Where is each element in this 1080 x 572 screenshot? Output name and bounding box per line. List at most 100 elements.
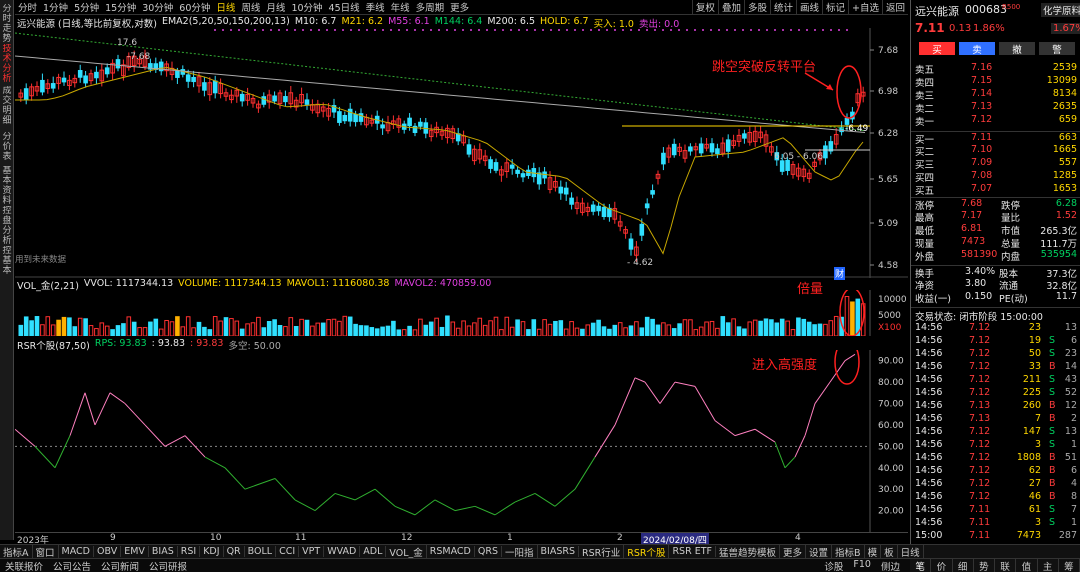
indicator-tab-2[interactable]: MACD	[59, 546, 94, 557]
period-5[interactable]: 60分钟	[176, 0, 213, 14]
period-1[interactable]: 1分钟	[40, 0, 71, 14]
finance-marker[interactable]: 财	[834, 267, 846, 280]
ask-row[interactable]: 卖三 7.14 8134	[911, 88, 1080, 102]
tick-price: 7.12	[969, 374, 991, 385]
status-right-2[interactable]: 侧边	[876, 559, 905, 572]
toolbar-btn-7[interactable]: 返回	[881, 0, 908, 14]
tick-volume: 147	[1022, 426, 1041, 437]
trade-action-3[interactable]: 警	[1039, 42, 1075, 56]
indicator-right-tab-0[interactable]: 指标B	[832, 544, 865, 559]
panel-tab-0[interactable]: 笔	[910, 559, 932, 572]
indicator-tab-1[interactable]: 窗口	[33, 544, 59, 559]
indicator-right-tab-2[interactable]: 板	[881, 544, 898, 559]
panel-tab-6[interactable]: 主	[1038, 559, 1059, 572]
indicator-tab-10[interactable]: CCI	[276, 546, 300, 557]
indicator-tab-4[interactable]: EMV	[121, 546, 149, 557]
signal-dot	[446, 29, 448, 31]
toolbar-btn-4[interactable]: 画线	[795, 0, 822, 14]
signal-dot	[574, 29, 576, 31]
ask-row[interactable]: 卖二 7.13 2635	[911, 101, 1080, 115]
sidebar-tab-1[interactable]: 技术分析	[1, 44, 13, 84]
ask-row[interactable]: 卖一 7.12 659	[911, 114, 1080, 128]
indicator-tab-23[interactable]: 更多	[780, 544, 807, 559]
bid-row[interactable]: 买一 7.11 663	[911, 131, 1080, 146]
toolbar-btn-2[interactable]: 多股	[743, 0, 770, 14]
indicator-tab-12[interactable]: WVAD	[324, 546, 361, 557]
indicator-tab-7[interactable]: KDJ	[200, 546, 224, 557]
indicator-tab-13[interactable]: ADL	[360, 546, 387, 557]
indicator-tab-0[interactable]: 指标A	[0, 544, 33, 559]
indicator-tab-22[interactable]: 猛兽趋势模板	[716, 544, 780, 559]
level-label: 买四	[915, 173, 935, 184]
indicator-tab-20[interactable]: RSR个股	[624, 544, 670, 559]
sidebar-tab-4[interactable]: 基本资料	[1, 166, 13, 206]
volume-bar	[342, 315, 348, 336]
bid-row[interactable]: 买二 7.10 1665	[911, 144, 1080, 158]
rsr-chart[interactable]: 90.00 80.00 70.00 60.00 50.00 40.00 30.00 20.00	[15, 350, 908, 532]
rsr-line-segment	[124, 403, 146, 426]
period-11[interactable]: 季线	[363, 0, 388, 14]
indicator-tab-16[interactable]: QRS	[475, 546, 502, 557]
toolbar-btn-6[interactable]: +自选	[848, 0, 882, 14]
period-9[interactable]: 10分钟	[288, 0, 325, 14]
indicator-tab-18[interactable]: BIASRS	[538, 546, 579, 557]
ask-row[interactable]: 卖四 7.15 13099	[911, 75, 1080, 89]
panel-tab-7[interactable]: 筹	[1059, 559, 1080, 572]
period-10[interactable]: 45日线	[326, 0, 363, 14]
bid-row[interactable]: 买五 7.07 1653	[911, 183, 1080, 197]
indicator-tab-17[interactable]: 一阳指	[502, 544, 538, 559]
indicator-tab-19[interactable]: RSR行业	[579, 544, 625, 559]
panel-tab-4[interactable]: 联	[995, 559, 1017, 572]
status-link-2[interactable]: 公司新闻	[96, 559, 144, 572]
indicator-tab-24[interactable]: 设置	[806, 544, 833, 559]
indicator-tab-14[interactable]: VOL_金	[386, 544, 427, 559]
indicator-tab-11[interactable]: VPT	[299, 546, 325, 557]
indicator-tab-3[interactable]: OBV	[94, 546, 122, 557]
sidebar-tab-6[interactable]: 控基本	[1, 246, 13, 286]
panel-tab-3[interactable]: 势	[974, 559, 995, 572]
period-3[interactable]: 15分钟	[102, 0, 139, 14]
status-right-0[interactable]: 诊股	[819, 559, 848, 572]
sidebar-tab-5[interactable]: 控盘分析	[1, 206, 13, 246]
sidebar-tab-2[interactable]: 成交明细	[1, 86, 13, 126]
period-2[interactable]: 5分钟	[71, 0, 102, 14]
indicator-right-tab-1[interactable]: 模	[865, 544, 882, 559]
volume-chart[interactable]: 10000 5000 X100	[15, 290, 908, 336]
status-right-1[interactable]: F10	[848, 559, 876, 572]
status-link-3[interactable]: 公司研报	[144, 559, 192, 572]
indicator-tab-6[interactable]: RSI	[178, 546, 201, 557]
trade-action-1[interactable]: 卖	[959, 42, 995, 56]
bid-row[interactable]: 买四 7.08 1285	[911, 170, 1080, 184]
trade-action-2[interactable]: 撤	[999, 42, 1035, 56]
toolbar-btn-1[interactable]: 叠加	[717, 0, 744, 14]
toolbar-btn-0[interactable]: 复权	[691, 0, 718, 14]
indicator-tab-8[interactable]: QR	[224, 546, 245, 557]
panel-tab-2[interactable]: 细	[953, 559, 974, 572]
bid-row[interactable]: 买三 7.09 557	[911, 157, 1080, 171]
period-13[interactable]: 多周期	[413, 0, 448, 14]
volume-bar	[477, 317, 483, 336]
status-link-1[interactable]: 公司公告	[48, 559, 96, 572]
period-7[interactable]: 周线	[238, 0, 263, 14]
indicator-tab-5[interactable]: BIAS	[149, 546, 178, 557]
period-6[interactable]: 日线	[213, 0, 238, 14]
indicator-tab-21[interactable]: RSR ETF	[669, 546, 716, 557]
panel-tab-1[interactable]: 价	[931, 559, 953, 572]
trade-action-0[interactable]: 买	[919, 42, 955, 56]
period-12[interactable]: 年线	[388, 0, 413, 14]
sector-name[interactable]: 化学原料	[1041, 3, 1080, 17]
toolbar-btn-3[interactable]: 统计	[769, 0, 796, 14]
period-4[interactable]: 30分钟	[139, 0, 176, 14]
indicator-right-tab-3[interactable]: 日线	[898, 544, 924, 559]
status-link-0[interactable]: 关联报价	[0, 559, 48, 572]
indicator-tab-15[interactable]: RSMACD	[427, 546, 475, 557]
period-14[interactable]: 更多	[447, 0, 472, 14]
toolbar-btn-5[interactable]: 标记	[822, 0, 848, 14]
sidebar-tab-0[interactable]: 分时走势	[1, 4, 13, 44]
indicator-tab-9[interactable]: BOLL	[245, 546, 277, 557]
panel-tab-5[interactable]: 值	[1016, 559, 1038, 572]
ask-row[interactable]: 卖五 7.16 2539	[911, 62, 1080, 76]
period-8[interactable]: 月线	[263, 0, 288, 14]
period-0[interactable]: 分时	[15, 0, 40, 14]
tick-price: 7.13	[969, 400, 991, 411]
